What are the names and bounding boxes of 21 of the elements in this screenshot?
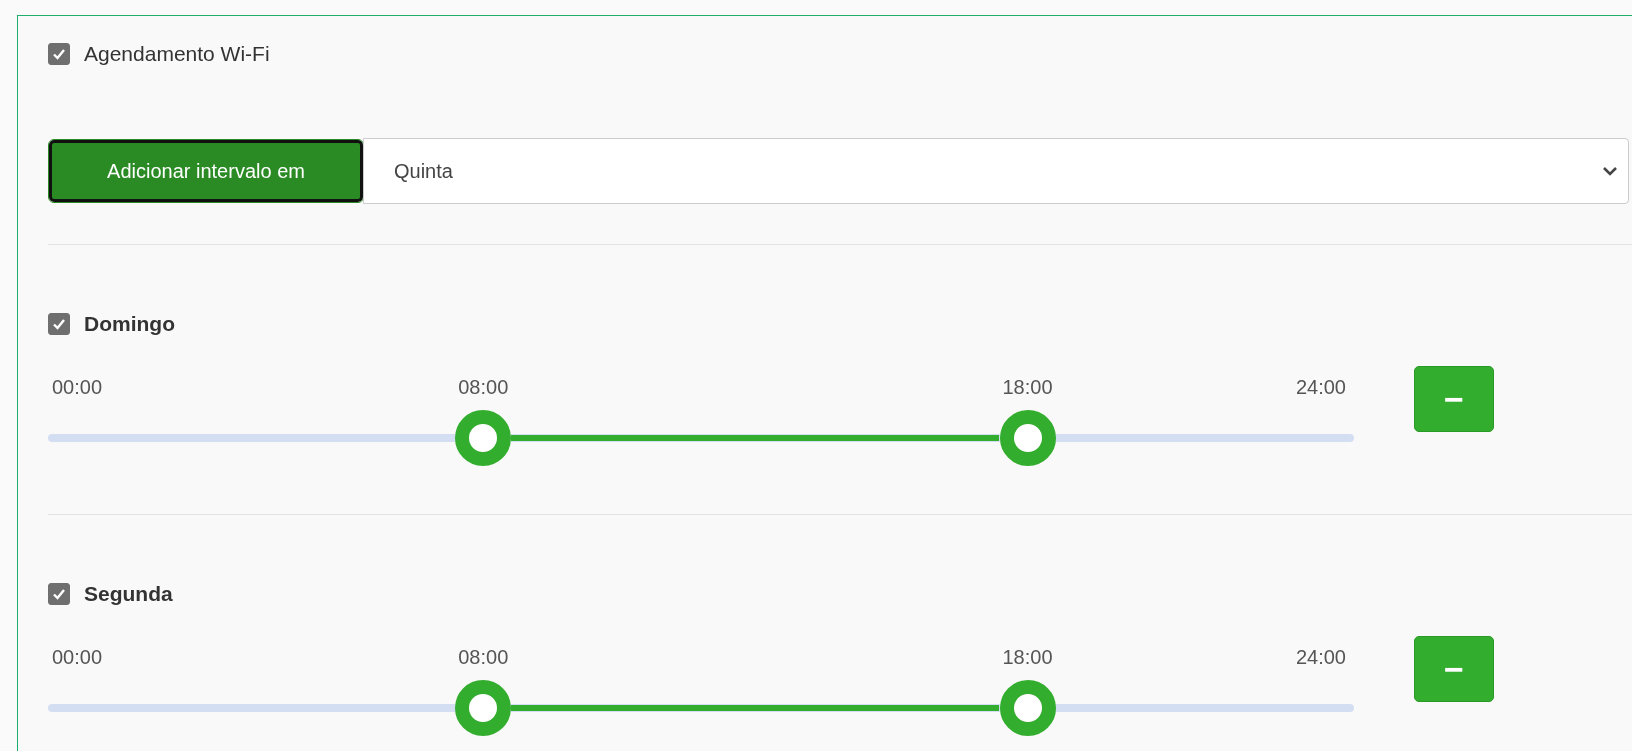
remove-button[interactable]: − (1414, 366, 1494, 432)
day-label: Domingo (84, 312, 175, 336)
slider-handle[interactable] (999, 410, 1056, 466)
chevron-down-icon (1602, 166, 1618, 176)
slider-handle[interactable] (999, 680, 1056, 736)
day-select[interactable]: Quinta (363, 138, 1629, 204)
time-label: 00:00 (52, 646, 103, 669)
time-label: 18:00 (1002, 646, 1053, 669)
time-label: 08:00 (458, 376, 509, 399)
time-label: 18:00 (1002, 376, 1053, 399)
checkbox[interactable] (48, 583, 70, 605)
time-label: 24:00 (1295, 646, 1346, 669)
checkbox[interactable] (48, 43, 70, 65)
time-label: 08:00 (458, 646, 509, 669)
checkbox-label: Agendamento Wi-Fi (84, 42, 270, 66)
day-label: Segunda (84, 582, 173, 606)
remove-button[interactable]: − (1414, 636, 1494, 702)
checkbox[interactable] (48, 313, 70, 335)
time-label: 24:00 (1295, 376, 1346, 399)
add-interval-button[interactable]: Adicionar intervalo em (49, 140, 363, 202)
time-label: 00:00 (52, 376, 103, 399)
